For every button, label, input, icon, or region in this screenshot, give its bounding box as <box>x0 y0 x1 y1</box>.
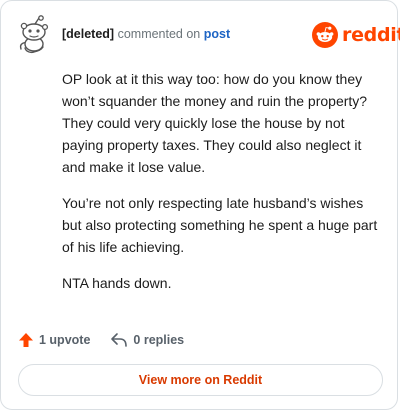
upvote-button[interactable]: 1 upvote <box>18 332 90 348</box>
reply-button[interactable]: 0 replies <box>110 332 184 348</box>
reddit-brand[interactable]: reddit <box>312 22 400 48</box>
comment-paragraph: You’re not only respecting late husband’… <box>62 195 378 255</box>
reply-arrow-icon <box>110 332 133 348</box>
upvote-count: 1 upvote <box>39 333 91 347</box>
comment-header: [deleted] commented on post <box>62 27 230 42</box>
comment-body: OP look at it this way too: how do you k… <box>62 68 382 308</box>
reddit-snoo-logo-icon <box>312 22 338 48</box>
view-more-label: View more on Reddit <box>138 373 263 387</box>
comment-paragraph: OP look at it this way too: how do you k… <box>62 71 368 175</box>
reply-count: 0 replies <box>133 333 185 347</box>
author-name[interactable]: [deleted] <box>62 27 114 41</box>
upvote-arrow-icon <box>18 332 39 348</box>
comment-action-text: commented on <box>117 27 201 41</box>
comment-footer: 1 upvote 0 replies <box>18 330 184 350</box>
view-more-button[interactable]: View more on Reddit <box>18 364 383 396</box>
comment-paragraph: NTA hands down. <box>62 275 172 291</box>
reddit-wordmark: reddit <box>342 24 400 46</box>
post-link[interactable]: post <box>204 27 230 41</box>
snoo-deleted-avatar-icon <box>17 15 51 55</box>
comment-card: [deleted] commented on post reddit OP lo… <box>0 0 400 410</box>
